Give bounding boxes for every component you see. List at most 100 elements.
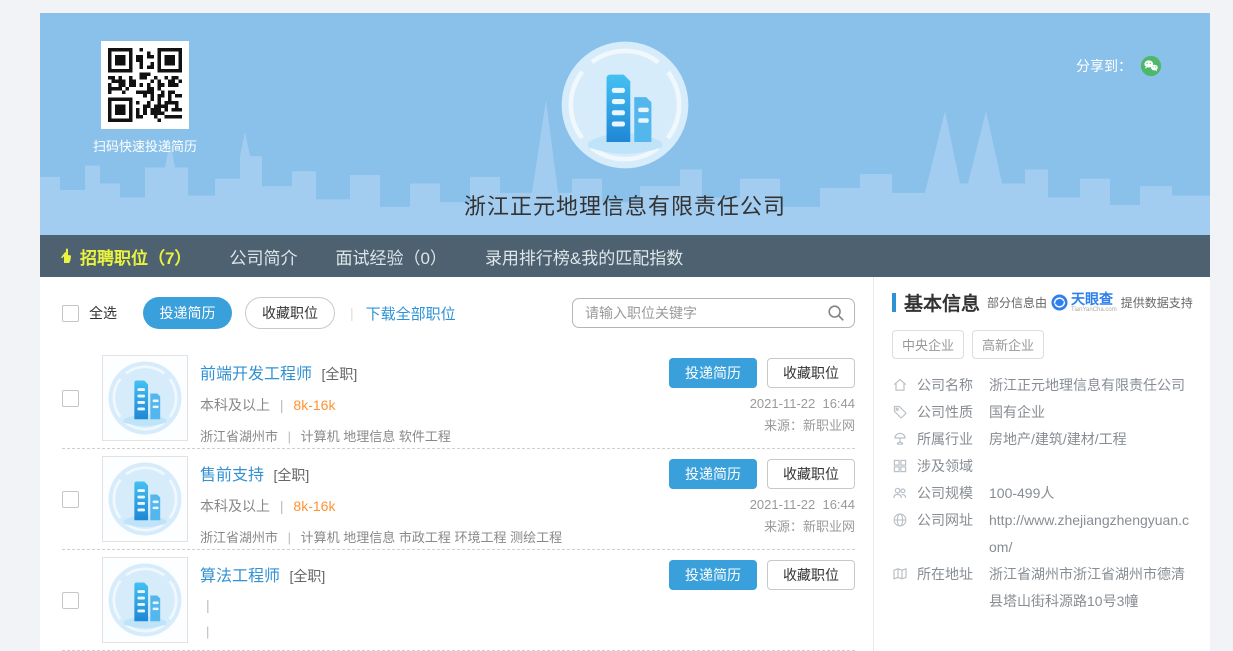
favorite-button[interactable]: 收藏职位 [767,560,855,590]
job-location-line: 浙江省湖州市 | 计算机 地理信息 软件工程 [200,426,630,445]
row-value: http://www.zhejiangzhengyuan.com/ [989,507,1194,561]
grid-icon [892,453,909,480]
select-all-label: 全选 [89,303,117,323]
meta-divider: | [288,530,291,545]
row-label: 公司规模 [917,480,977,507]
job-info: 售前支持 [全职] 本科及以上 | 8k-16k 浙江省湖州市 | 计算机 地理… [200,456,630,546]
row-label: 公司网址 [917,507,977,561]
qr-caption: 扫码快速投递简历 [85,136,205,155]
job-info: 算法工程师 [全职] | | [200,557,630,639]
job-meta-line: 本科及以上 | 8k-16k [200,496,630,516]
company-tag-1: 高新企业 [972,330,1044,359]
company-info-row: 所在地址 浙江省湖州市浙江省湖州市德清县塔山街科源路10号3幢 [892,561,1194,615]
data-provider-note: 部分信息由 天眼查 TianYanCha.com [987,292,1193,313]
job-location-line: | [200,624,630,639]
job-fields: 计算机 地理信息 软件工程 [301,429,451,444]
company-tags: 中央企业高新企业 [892,330,1194,359]
job-education: 本科及以上 [200,397,270,413]
job-education: 本科及以上 [200,498,270,514]
tianyancha-logo[interactable]: 天眼查 TianYanCha.com [1051,292,1117,313]
job-location: 浙江省湖州市 [200,429,278,444]
job-salary: 8k-16k [293,498,335,514]
job-search-input[interactable] [572,298,855,328]
search-icon[interactable] [827,304,845,322]
company-name-title: 浙江正元地理信息有限责任公司 [40,189,1210,221]
wechat-icon[interactable] [1140,55,1162,77]
job-search [572,298,855,328]
select-all-checkbox[interactable] [62,305,79,322]
download-all-link[interactable]: 下载全部职位 [366,303,456,324]
nav-tab-2[interactable]: 面试经验（0） [335,244,446,269]
job-checkbox[interactable] [62,390,79,407]
apply-button[interactable]: 投递简历 [669,560,757,590]
company-info-row: 公司性质 国有企业 [892,399,1194,426]
job-location-line: 浙江省湖州市 | 计算机 地理信息 市政工程 环境工程 测绘工程 [200,527,630,546]
job-actions: 投递简历 收藏职位 [669,560,855,598]
job-actions: 投递简历 收藏职位 2021-11-22 16:44 来源：新职业网 [669,459,855,535]
favorite-selected-button[interactable]: 收藏职位 [245,297,335,329]
job-checkbox[interactable] [62,592,79,609]
row-value: 100-499人 [989,480,1194,507]
basic-info-header: 基本信息 部分信息由 天眼查 TianYanCha.com [892,289,1194,316]
tianyancha-wordmark: 天眼查 TianYanCha.com [1071,292,1117,313]
row-value: 浙江正元地理信息有限责任公司 [989,372,1194,399]
job-meta-line: | [200,597,630,613]
share-label: 分享到： [1076,56,1132,76]
nav-tab-label: 招聘职位（7） [80,244,191,269]
tianyancha-icon [1051,294,1068,311]
company-info-row: 所属行业 房地产/建筑/建材/工程 [892,426,1194,453]
job-title-link[interactable]: 售前支持 [200,467,264,484]
nav-tab-label: 公司简介 [229,244,297,269]
job-type-label: [全职] [273,467,309,483]
company-info-row: 公司名称 浙江正元地理信息有限责任公司 [892,372,1194,399]
company-info-rows: 公司名称 浙江正元地理信息有限责任公司 公司性质 国有企业 所属行业 房地产/建… [892,372,1194,615]
job-company-logo [102,355,188,441]
qr-code [101,41,189,129]
job-list-panel: 全选 投递简历 收藏职位 | 下载全部职位 [40,277,874,651]
row-value [989,453,1194,480]
share-bar: 分享到： [1076,55,1162,77]
tab-navbar: 招聘职位（7） 公司简介 面试经验（0） 录用排行榜&我的匹配指数 [40,235,1210,277]
company-banner: 扫码快速投递简历 浙江正元地理信息有限责任公司 分享到： [40,13,1210,235]
row-label: 所属行业 [917,426,977,453]
job-company-logo [102,456,188,542]
job-source: 来源：新职业网 [669,415,855,434]
job-fields: 计算机 地理信息 市政工程 环境工程 测绘工程 [301,530,562,545]
apply-selected-button[interactable]: 投递简历 [143,297,232,329]
job-type-label: [全职] [289,568,325,584]
job-title-link[interactable]: 前端开发工程师 [200,366,312,383]
company-tag-0: 中央企业 [892,330,964,359]
nav-tab-3[interactable]: 录用排行榜&我的匹配指数 [485,244,683,269]
row-label: 公司名称 [917,372,977,399]
nav-tab-0[interactable]: 招聘职位（7） [58,244,191,269]
row-value: 房地产/建筑/建材/工程 [989,426,1194,453]
page-container: 扫码快速投递简历 浙江正元地理信息有限责任公司 分享到： [40,13,1210,651]
header-accent-bar [892,293,896,312]
hand-pointer-icon [58,248,74,264]
globe-icon [892,507,909,561]
nav-tab-1[interactable]: 公司简介 [229,244,297,269]
job-checkbox[interactable] [62,491,79,508]
map-icon [892,561,909,615]
provider-name: 天眼查 [1071,292,1117,306]
company-info-row: 涉及领域 [892,453,1194,480]
home-icon [892,372,909,399]
nav-tab-label: 录用排行榜&我的匹配指数 [485,244,683,269]
row-label: 公司性质 [917,399,977,426]
industry-icon [892,426,909,453]
job-location: 浙江省湖州市 [200,530,278,545]
meta-divider: | [206,624,209,639]
job-meta-line: 本科及以上 | 8k-16k [200,395,630,415]
job-title-link[interactable]: 算法工程师 [200,568,280,585]
meta-divider: | [206,597,210,613]
apply-button[interactable]: 投递简历 [669,358,757,388]
company-info-row: 公司网址 http://www.zhejiangzhengyuan.com/ [892,507,1194,561]
job-source: 来源：新职业网 [669,516,855,535]
job-row: 售前支持 [全职] 本科及以上 | 8k-16k 浙江省湖州市 | 计算机 地理… [62,449,855,550]
favorite-button[interactable]: 收藏职位 [767,459,855,489]
favorite-button[interactable]: 收藏职位 [767,358,855,388]
meta-divider: | [280,498,284,514]
toolbar-divider: | [350,305,354,321]
meta-divider: | [288,429,291,444]
apply-button[interactable]: 投递简历 [669,459,757,489]
